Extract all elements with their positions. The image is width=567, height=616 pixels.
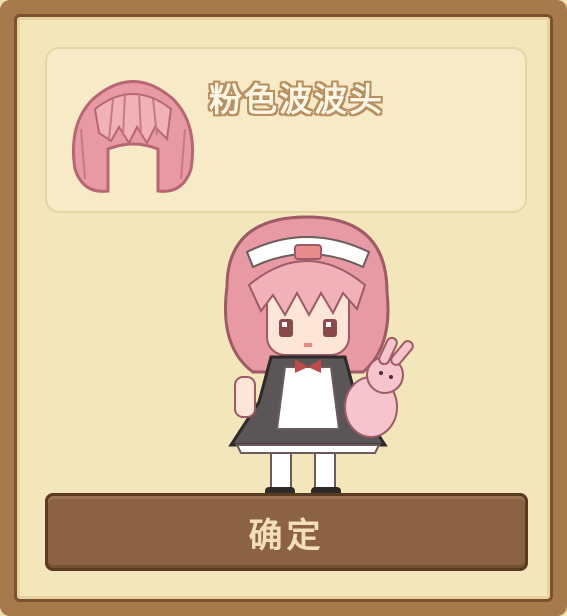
dialog-panel: 粉色波波头 确定	[14, 14, 553, 602]
item-name: 粉色波波头	[209, 80, 384, 119]
confirm-button-label: 确定	[248, 515, 325, 556]
item-card: 粉色波波头	[45, 47, 527, 213]
confirm-button[interactable]: 确定	[45, 493, 528, 571]
dialog-frame: 粉色波波头 确定	[0, 0, 567, 616]
pink-bob-wig-icon	[71, 80, 195, 193]
character-preview	[223, 215, 414, 499]
